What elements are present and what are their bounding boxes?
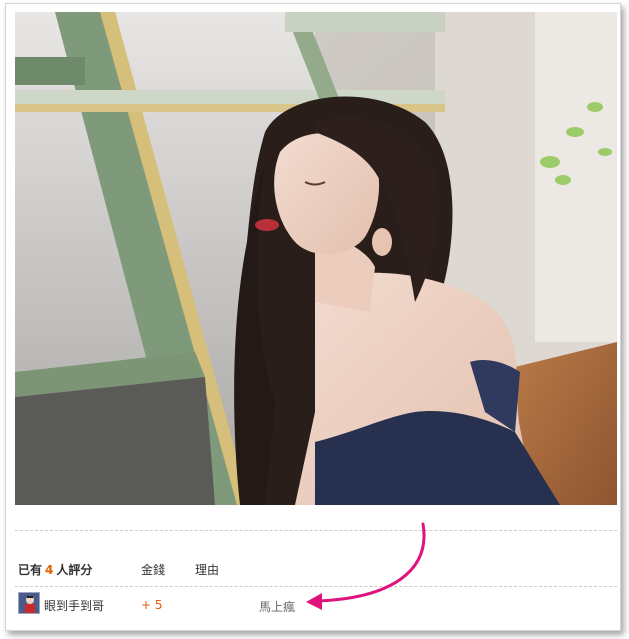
rating-user-link[interactable]: 眼到手到哥 [44, 597, 104, 614]
rating-score: + 5 [141, 598, 163, 612]
column-header-reason: 理由 [195, 563, 220, 577]
rating-prefix: 已有 [18, 563, 43, 577]
user-avatar-icon[interactable] [18, 592, 40, 614]
column-header-money: 金錢 [141, 563, 166, 577]
rating-suffix: 人評分 [56, 563, 93, 577]
avatar-graphic [19, 593, 39, 613]
annotation-arrow-icon [306, 522, 426, 610]
rating-summary: 已有 4 人評分 [18, 561, 92, 578]
post-photo [15, 12, 617, 505]
rating-count: 4 [45, 563, 54, 577]
photo-illustration [15, 12, 617, 505]
post-frame: 已有 4 人評分 金錢 理由 眼到手到哥 + 5 馬上瘋 [5, 3, 621, 631]
rating-summary-text: 已有 4 人評分 [18, 563, 92, 577]
rating-reason: 馬上瘋 [259, 600, 296, 614]
